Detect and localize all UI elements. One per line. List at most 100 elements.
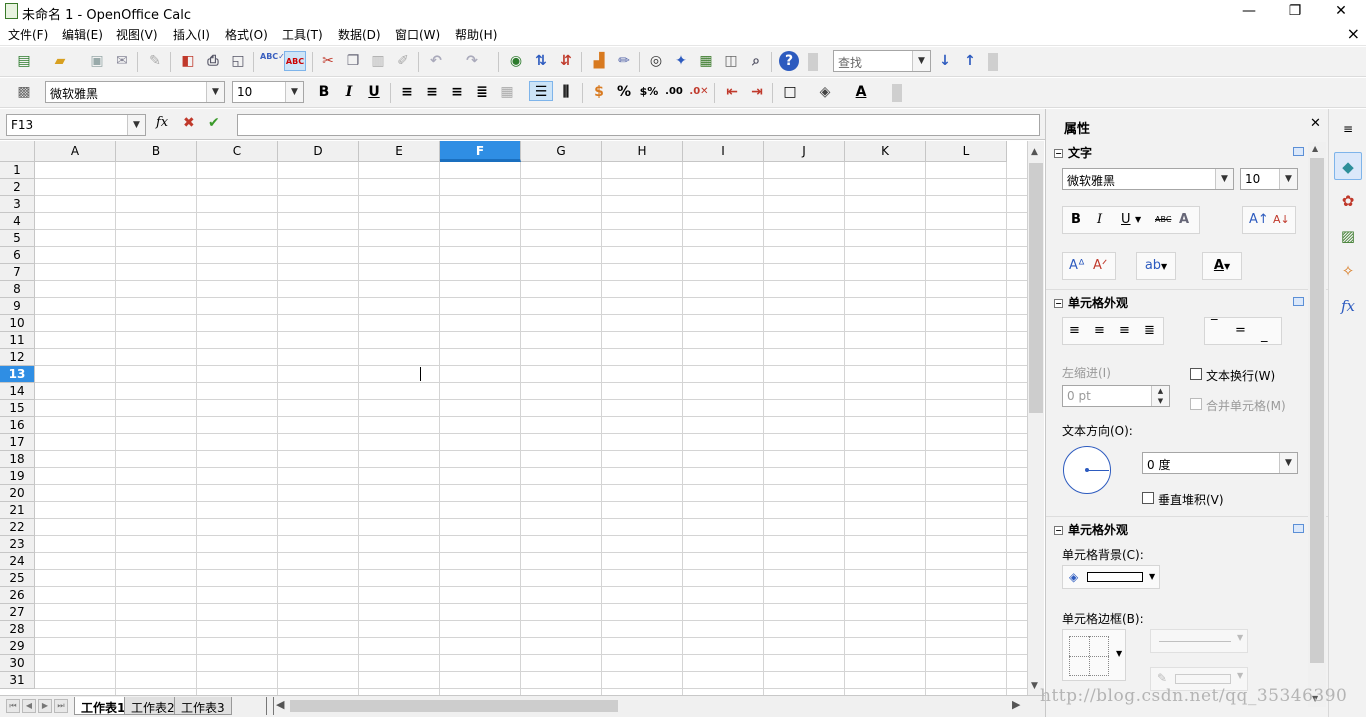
row-header-21[interactable]: 21 — [0, 502, 35, 519]
align-right-icon[interactable]: ≡ — [447, 82, 467, 102]
find-next-icon[interactable]: ↓ — [935, 51, 955, 71]
hyperlink-icon[interactable]: ◉ — [506, 51, 526, 71]
chevron-down-icon[interactable]: ▼ — [912, 51, 930, 71]
align-top-icon[interactable]: ‾ — [1211, 313, 1218, 339]
column-header-j[interactable]: J — [764, 141, 845, 162]
column-header-f[interactable]: F — [440, 141, 521, 162]
chevron-down-icon[interactable]: ▼ — [1279, 169, 1297, 189]
more-options-icon[interactable] — [1293, 147, 1304, 156]
sidebar-font-size-select[interactable]: 10 ▼ — [1240, 168, 1298, 190]
sort-ascending-icon[interactable]: ⇅ — [531, 51, 551, 71]
navigator-deck-icon[interactable]: ✧ — [1334, 257, 1362, 285]
scroll-right-icon[interactable]: ▶ — [1012, 698, 1020, 711]
row-header-8[interactable]: 8 — [0, 281, 35, 298]
currency-format-icon[interactable]: $ — [589, 82, 609, 102]
align-left-icon[interactable]: ≡ — [1069, 318, 1080, 344]
maximize-button[interactable]: ❐ — [1272, 0, 1318, 22]
sidebar-italic-button[interactable]: I — [1097, 207, 1102, 233]
row-header-7[interactable]: 7 — [0, 264, 35, 281]
text-direction-select[interactable]: 0 度 ▼ — [1142, 452, 1298, 474]
gallery-deck-icon[interactable]: ▨ — [1334, 222, 1362, 250]
row-header-17[interactable]: 17 — [0, 434, 35, 451]
minimize-button[interactable]: — — [1226, 0, 1272, 22]
font-name-select[interactable]: 微软雅黑 ▼ — [45, 81, 225, 103]
row-header-13[interactable]: 13 — [0, 366, 35, 383]
sidebar-font-name-select[interactable]: 微软雅黑 ▼ — [1062, 168, 1234, 190]
percent-format-icon[interactable]: % — [614, 82, 634, 102]
toolbar-overflow-handle[interactable] — [892, 84, 902, 102]
scroll-up-icon[interactable]: ▲ — [1031, 147, 1038, 157]
row-header-25[interactable]: 25 — [0, 570, 35, 587]
scrollbar-thumb[interactable] — [1029, 163, 1043, 413]
print-preview-icon[interactable]: ◱ — [228, 51, 248, 71]
underline-button[interactable]: U — [364, 82, 384, 102]
highlight-color-button[interactable]: ab▼ — [1136, 252, 1176, 280]
more-options-icon[interactable] — [1293, 297, 1304, 306]
align-middle-icon[interactable]: = — [1235, 318, 1246, 344]
bold-button[interactable]: B — [314, 82, 334, 102]
vertical-stack-checkbox[interactable] — [1142, 492, 1154, 504]
sidebar-scrollbar-thumb[interactable] — [1310, 158, 1324, 663]
cancel-icon[interactable]: ✖ — [183, 115, 195, 131]
new-document-icon[interactable]: ▤ — [14, 51, 34, 71]
grow-font-icon[interactable]: Aᐞ — [1069, 253, 1085, 279]
sheet-tab-3[interactable]: 工作表3 — [174, 697, 232, 715]
align-right-icon[interactable]: ≡ — [1119, 318, 1130, 344]
data-sources-icon[interactable]: ◫ — [721, 51, 741, 71]
redo-icon[interactable]: ↷ — [462, 51, 482, 71]
increase-indent-icon[interactable]: ⇥ — [747, 82, 767, 102]
row-header-1[interactable]: 1 — [0, 162, 35, 179]
delete-decimal-icon[interactable]: .0✕ — [689, 82, 709, 102]
scroll-down-icon[interactable]: ▼ — [1031, 681, 1038, 691]
row-header-16[interactable]: 16 — [0, 417, 35, 434]
align-center-icon[interactable]: ≡ — [1094, 318, 1105, 344]
chevron-down-icon[interactable]: ▼ — [1116, 649, 1122, 658]
menu-file[interactable]: 文件(F) — [8, 26, 48, 43]
name-box[interactable]: F13 ▼ — [6, 114, 146, 136]
left-indent-spinner[interactable]: 0 pt ▲ ▼ — [1062, 385, 1170, 407]
shrink-font-icon[interactable]: Aᐟ — [1093, 253, 1107, 279]
spellcheck-icon[interactable]: ABC✓ — [260, 52, 285, 72]
font-color-button[interactable]: A▼ — [1202, 252, 1242, 280]
last-sheet-icon[interactable]: ⏭ — [54, 699, 68, 713]
email-icon[interactable]: ✉ — [112, 51, 132, 71]
save-icon[interactable]: ▣ — [87, 51, 107, 71]
decrease-font-icon[interactable]: A↓ — [1273, 207, 1290, 233]
borders-icon[interactable]: □ — [780, 82, 800, 102]
edit-file-icon[interactable]: ✎ — [145, 51, 165, 71]
scroll-left-icon[interactable]: ◀ — [276, 698, 284, 711]
menu-window[interactable]: 窗口(W) — [395, 26, 440, 43]
vertical-align-icon[interactable]: ⫼ — [556, 82, 576, 102]
column-header-k[interactable]: K — [845, 141, 926, 162]
row-header-11[interactable]: 11 — [0, 332, 35, 349]
tab-splitter-handle[interactable] — [266, 697, 274, 715]
row-header-28[interactable]: 28 — [0, 621, 35, 638]
column-header-a[interactable]: A — [35, 141, 116, 162]
row-header-4[interactable]: 4 — [0, 213, 35, 230]
row-header-3[interactable]: 3 — [0, 196, 35, 213]
row-header-23[interactable]: 23 — [0, 536, 35, 553]
row-header-19[interactable]: 19 — [0, 468, 35, 485]
appearance-section-header[interactable]: − 单元格外观 — [1054, 519, 1309, 541]
menu-help[interactable]: 帮助(H) — [455, 26, 497, 43]
undo-icon[interactable]: ↶ — [426, 51, 446, 71]
print-icon[interactable]: ⎙ — [203, 51, 223, 71]
font-size-select[interactable]: 10 ▼ — [232, 81, 304, 103]
chevron-down-icon[interactable]: ▼ — [127, 115, 145, 135]
sidebar-strikethrough-button[interactable]: ABC — [1155, 207, 1171, 233]
row-header-15[interactable]: 15 — [0, 400, 35, 417]
row-header-14[interactable]: 14 — [0, 383, 35, 400]
row-header-6[interactable]: 6 — [0, 247, 35, 264]
vertical-scrollbar[interactable]: ▲ ▼ — [1027, 141, 1044, 696]
row-header-31[interactable]: 31 — [0, 672, 35, 689]
cut-icon[interactable]: ✂ — [318, 51, 338, 71]
align-center-icon[interactable]: ≡ — [422, 82, 442, 102]
functions-deck-icon[interactable]: fx — [1334, 292, 1362, 320]
toolbar-overflow-handle[interactable] — [808, 53, 818, 71]
find-replace-icon[interactable]: ◎ — [646, 51, 666, 71]
column-header-h[interactable]: H — [602, 141, 683, 162]
rotation-dial[interactable] — [1063, 446, 1111, 494]
collapse-icon[interactable]: − — [1054, 299, 1063, 308]
styles-deck-icon[interactable]: ✿ — [1334, 187, 1362, 215]
align-bottom-icon[interactable]: _ — [1261, 323, 1268, 349]
